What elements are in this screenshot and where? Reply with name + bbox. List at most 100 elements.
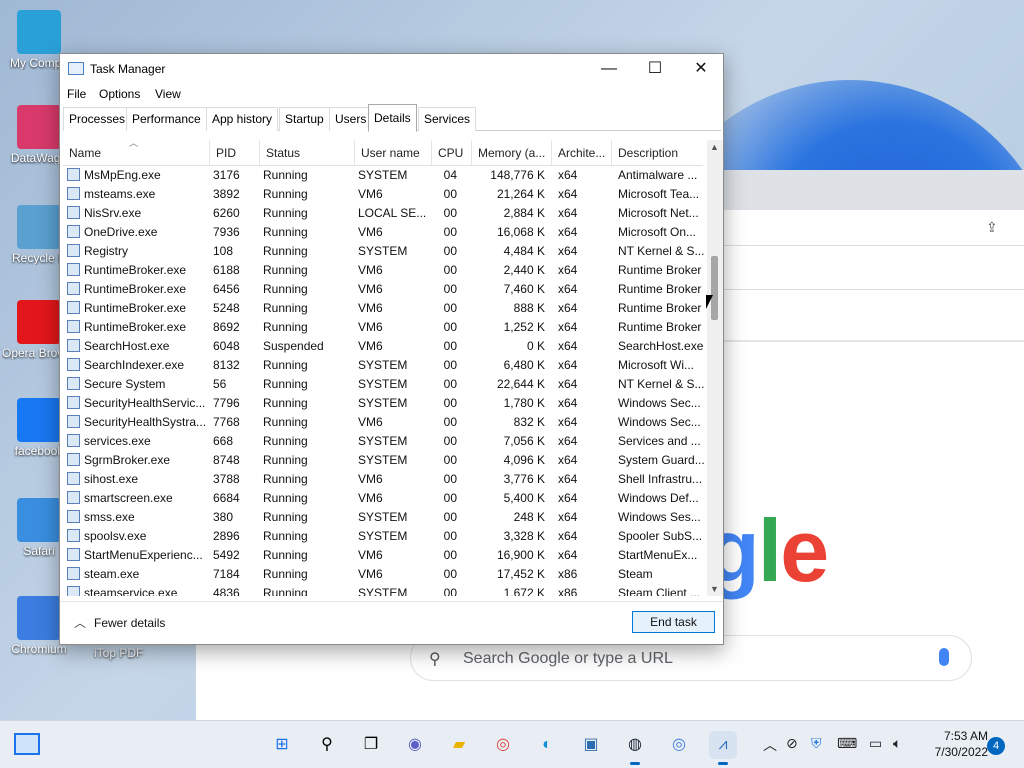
widgets-icon[interactable] (14, 733, 40, 755)
tab-performance[interactable]: Performance (126, 107, 207, 131)
col-cpu[interactable]: CPU (431, 140, 471, 166)
chevron-up-icon[interactable]: ︿ (763, 735, 777, 755)
menu-file[interactable]: File (67, 87, 86, 101)
col-name[interactable]: Name (63, 140, 209, 166)
mic-icon[interactable] (939, 648, 949, 666)
table-row[interactable]: SecurityHealthSystra... 7768 Running VM6 00 8… (63, 413, 703, 432)
start-icon[interactable]: ⊞ (268, 731, 296, 759)
scroll-up-icon[interactable]: ▲ (710, 142, 719, 152)
security-icon[interactable]: ⛨ (811, 735, 822, 752)
table-row[interactable]: Secure System 56 Running SYSTEM 00 22,644 K x6… (63, 375, 704, 394)
task-manager-window[interactable]: Task Manager — ☐ ✕ File Options View Pro… (59, 53, 724, 645)
menu-view[interactable]: View (155, 87, 181, 101)
scroll-down-icon[interactable]: ▼ (710, 584, 719, 594)
keyboard-icon[interactable]: ⌨ (837, 735, 857, 752)
cell-description: Services and ... (618, 434, 701, 448)
cell-user: VM6 (358, 491, 383, 505)
tab-services[interactable]: Services (418, 107, 477, 131)
search-icon[interactable]: ⚲ (313, 731, 341, 759)
menu-options[interactable]: Options (99, 87, 140, 101)
share-icon[interactable]: ⇪ (986, 219, 998, 236)
tab-details[interactable]: Details (368, 104, 417, 132)
table-row[interactable]: msteams.exe 3892 Running VM6 00 21,264 K x64 Mi… (63, 185, 703, 204)
minimize-button[interactable]: — (586, 54, 632, 84)
cell-description: Windows Def... (618, 491, 699, 505)
col-architecture[interactable]: Archite... (551, 140, 611, 166)
cell-memory: 3,776 K (503, 472, 545, 486)
table-row[interactable]: NisSrv.exe 6260 Running LOCAL SE... 00 2,884 … (63, 204, 703, 223)
tab-startup[interactable]: Startup (279, 107, 330, 131)
table-row[interactable]: steamservice.exe 4836 Running SYSTEM 00 1,672… (63, 584, 703, 596)
cell-cpu: 00 (443, 225, 457, 239)
cell-name: steam.exe (67, 565, 207, 584)
desktop-app-icon (17, 10, 61, 54)
task-view-icon[interactable]: ❐ (357, 731, 385, 759)
end-task-button[interactable]: End task (632, 611, 715, 633)
tab-app-history[interactable]: App history (206, 107, 279, 131)
table-row[interactable]: smss.exe 380 Running SYSTEM 00 248 K x64 Window… (63, 508, 703, 527)
vertical-scrollbar[interactable]: ▲ ▼ (707, 140, 723, 596)
clock-date: 7/30/2022 (934, 745, 988, 759)
cell-status: Suspended (263, 339, 324, 353)
table-row[interactable]: RuntimeBroker.exe 8692 Running VM6 00 1,252 K… (63, 318, 703, 337)
chromium-icon[interactable]: ◎ (665, 731, 693, 759)
network-off-icon[interactable]: ⊘ (786, 735, 798, 752)
table-row[interactable]: SecurityHealthServic... 7796 Running SYSTEM… (63, 394, 703, 413)
col-description[interactable]: Description (611, 140, 703, 166)
steam-icon[interactable]: ◍ (621, 731, 649, 765)
table-row[interactable]: steam.exe 7184 Running VM6 00 17,452 K x86 Stea… (63, 565, 703, 584)
table-row[interactable]: MsMpEng.exe 3176 Running SYSTEM 04 148,776 K x… (63, 166, 703, 185)
process-icon (67, 187, 80, 200)
store-icon[interactable]: ▣ (577, 731, 605, 759)
cell-name: RuntimeBroker.exe (67, 299, 207, 318)
cell-name: SearchIndexer.exe (67, 356, 207, 375)
col-pid[interactable]: PID (209, 140, 259, 166)
cell-description: NT Kernel & S... (618, 377, 705, 391)
table-row[interactable]: RuntimeBroker.exe 5248 Running VM6 00 888 K x6… (63, 299, 703, 318)
table-row[interactable]: StartMenuExperienc... 5492 Running VM6 00 16,… (63, 546, 703, 565)
cell-cpu: 00 (443, 320, 457, 334)
volume-icon[interactable]: 🔈︎ (893, 735, 901, 752)
display-icon[interactable]: ▭ (869, 735, 882, 752)
table-row[interactable]: RuntimeBroker.exe 6188 Running VM6 00 2,440 K… (63, 261, 703, 280)
table-row[interactable]: Registry 108 Running SYSTEM 00 4,484 K x64 NT K… (63, 242, 704, 261)
cell-cpu: 00 (443, 415, 457, 429)
cell-user: LOCAL SE... (358, 206, 427, 220)
tab-users[interactable]: Users (329, 107, 373, 131)
cell-memory: 248 K (513, 510, 545, 524)
chat-icon[interactable]: ◉ (401, 731, 429, 759)
col-memory[interactable]: Memory (a... (471, 140, 551, 166)
scroll-thumb[interactable] (711, 256, 718, 320)
cell-cpu: 00 (443, 510, 457, 524)
cell-pid: 7768 (213, 415, 240, 429)
notification-badge[interactable]: 4 (987, 737, 1005, 755)
maximize-button[interactable]: ☐ (632, 54, 678, 84)
cell-cpu: 00 (443, 586, 457, 596)
table-row[interactable]: SgrmBroker.exe 8748 Running SYSTEM 00 4,096 K… (63, 451, 705, 470)
col-status[interactable]: Status (259, 140, 354, 166)
cell-arch: x64 (558, 339, 578, 353)
table-row[interactable]: SearchIndexer.exe 8132 Running SYSTEM 00 6,48… (63, 356, 703, 375)
table-row[interactable]: spoolsv.exe 2896 Running SYSTEM 00 3,328 K x64… (63, 527, 703, 546)
chrome-icon[interactable]: ◎ (489, 731, 517, 759)
table-row[interactable]: services.exe 668 Running SYSTEM 00 7,056 K x64… (63, 432, 703, 451)
col-user-name[interactable]: User name (354, 140, 431, 166)
file-explorer-icon[interactable]: ▰ (445, 731, 473, 759)
table-row[interactable]: SearchHost.exe 6048 Suspended VM6 00 0 K x64 Se… (63, 337, 703, 356)
table-row[interactable]: RuntimeBroker.exe 6456 Running VM6 00 7,460 K… (63, 280, 703, 299)
clock[interactable]: 7:53 AM 7/30/2022 (918, 728, 988, 760)
edge-icon[interactable]: ◐ (533, 731, 561, 759)
cell-description: System Guard... (618, 453, 705, 467)
task-manager-taskbar-icon[interactable]: ⩘ (709, 731, 737, 765)
close-button[interactable]: ✕ (678, 54, 724, 84)
fewer-details-link[interactable]: ︿ Fewer details (74, 614, 165, 631)
table-row[interactable]: smartscreen.exe 6684 Running VM6 00 5,400 K x6… (63, 489, 703, 508)
tab-processes[interactable]: Processes (63, 107, 132, 131)
table-row[interactable]: sihost.exe 3788 Running VM6 00 3,776 K x64 Shel… (63, 470, 703, 489)
cell-description: Windows Sec... (618, 396, 701, 410)
cell-pid: 2896 (213, 529, 240, 543)
desktop-app-icon (17, 300, 61, 344)
cell-arch: x64 (558, 168, 578, 182)
table-row[interactable]: OneDrive.exe 7936 Running VM6 00 16,068 K x64 M… (63, 223, 703, 242)
title-bar[interactable]: Task Manager — ☐ ✕ (60, 54, 723, 84)
